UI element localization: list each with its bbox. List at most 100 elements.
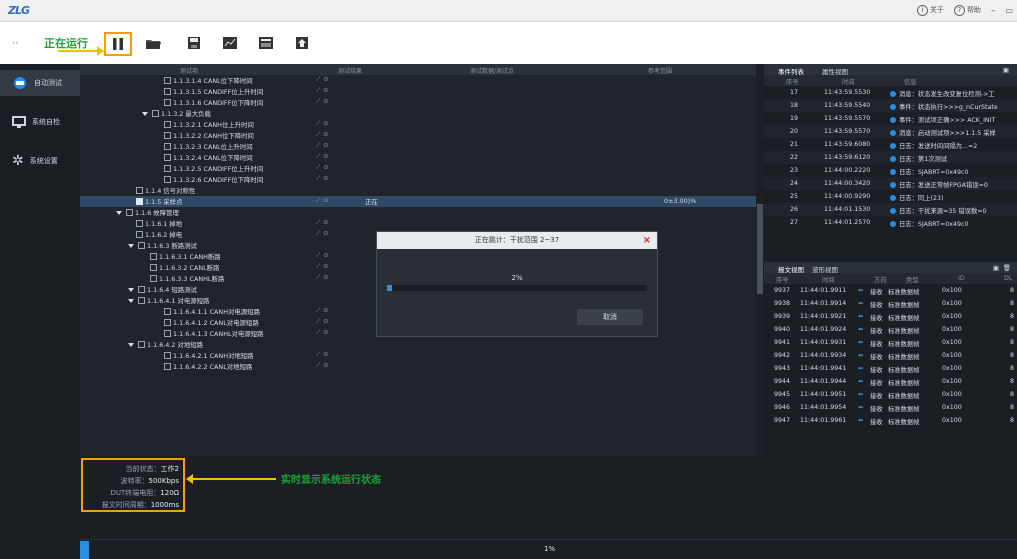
message-row[interactable]: 9945 11:44:01.9951 ⬅ 接收 标准数据帧 0x100 8 xyxy=(764,388,1017,401)
wave-info-icon[interactable]: ⟋⊙ xyxy=(316,230,331,238)
tree-row[interactable]: 1.1.3.2.2 CANH位下降时间 ⟋⊙ xyxy=(80,130,756,141)
wave-info-icon[interactable]: ⟋⊙ xyxy=(316,153,331,161)
tree-row[interactable]: 1.1.6 故障管理 xyxy=(80,207,756,218)
tree-checkbox[interactable] xyxy=(138,297,145,304)
tree-checkbox[interactable] xyxy=(138,242,145,249)
wave-info-icon[interactable]: ⟋⊙ xyxy=(316,329,331,337)
tree-checkbox[interactable] xyxy=(150,275,157,282)
export-button[interactable] xyxy=(219,33,241,53)
wave-info-icon[interactable]: ⟋⊙ xyxy=(316,219,331,227)
tree-checkbox[interactable] xyxy=(164,154,171,161)
save-icon[interactable]: ▣ xyxy=(1003,66,1009,74)
tree-scrollbar[interactable] xyxy=(756,64,764,456)
tree-checkbox[interactable] xyxy=(126,209,133,216)
upload-button[interactable] xyxy=(291,33,313,53)
tree-row[interactable]: 1.1.3.2.3 CANL位上升时间 ⟋⊙ xyxy=(80,141,756,152)
report-button[interactable] xyxy=(255,33,277,53)
sidebar-item-self-check[interactable]: 系统自检 xyxy=(0,109,80,135)
tree-checkbox[interactable] xyxy=(152,110,159,117)
delete-icon[interactable]: 🗑 xyxy=(1003,264,1011,272)
tree-checkbox[interactable] xyxy=(164,77,171,84)
tree-checkbox[interactable] xyxy=(164,132,171,139)
wave-info-icon[interactable]: ⟋⊙ xyxy=(316,318,331,326)
tree-checkbox[interactable] xyxy=(150,253,157,260)
message-row[interactable]: 9944 11:44:01.9944 ⬅ 接收 标准数据帧 0x100 8 xyxy=(764,375,1017,388)
wave-info-icon[interactable]: ⟋⊙ xyxy=(316,76,331,84)
wave-info-icon[interactable]: ⟋⊙ xyxy=(316,98,331,106)
tree-checkbox[interactable] xyxy=(136,231,143,238)
tree-row[interactable]: 1.1.3.1.4 CANL位下降时间 ⟋⊙ xyxy=(80,75,756,86)
wave-info-icon[interactable]: ⟋⊙ xyxy=(316,274,331,282)
save-button[interactable] xyxy=(183,33,205,53)
tree-row[interactable]: 1.1.4 信号对称性 xyxy=(80,185,756,196)
event-row[interactable]: 26 11:44:01.1530 日志：干扰来源=35 错误数=0 xyxy=(764,203,1017,216)
tree-checkbox[interactable] xyxy=(164,330,171,337)
tree-checkbox[interactable] xyxy=(164,88,171,95)
expand-icon[interactable] xyxy=(128,288,134,292)
message-row[interactable]: 9941 11:44:01.9931 ⬅ 接收 标准数据帧 0x100 8 xyxy=(764,336,1017,349)
message-row[interactable]: 9942 11:44:01.9934 ⬅ 接收 标准数据帧 0x100 8 xyxy=(764,349,1017,362)
expand-icon[interactable] xyxy=(128,244,134,248)
tree-row[interactable]: 1.1.3.1.6 CANDIFF位下降时间 ⟋⊙ xyxy=(80,97,756,108)
tree-row[interactable]: 1.1.6.4.2.2 CANL对地短路 ⟋⊙ xyxy=(80,361,756,372)
tree-row[interactable]: 1.1.3.2.6 CANDIFF位下降时间 ⟋⊙ xyxy=(80,174,756,185)
close-icon[interactable]: × xyxy=(643,232,651,249)
message-row[interactable]: 9938 11:44:01.9914 ⬅ 接收 标准数据帧 0x100 8 xyxy=(764,297,1017,310)
tree-checkbox[interactable] xyxy=(138,286,145,293)
pause-button[interactable] xyxy=(104,32,132,56)
expand-icon[interactable] xyxy=(128,299,134,303)
tree-row[interactable]: 1.1.5 采样点 ⟋⊙ 正在 0±3.00)% xyxy=(80,196,756,207)
tree-row[interactable]: 1.1.3.1.5 CANDIFF位上升时间 ⟋⊙ xyxy=(80,86,756,97)
tree-checkbox[interactable] xyxy=(164,319,171,326)
tree-checkbox[interactable] xyxy=(164,165,171,172)
tree-checkbox[interactable] xyxy=(164,363,171,370)
expand-icon[interactable] xyxy=(128,343,134,347)
message-row[interactable]: 9940 11:44:01.9924 ⬅ 接收 标准数据帧 0x100 8 xyxy=(764,323,1017,336)
about-link[interactable]: i 关于 xyxy=(916,5,944,16)
expand-icon[interactable] xyxy=(116,211,122,215)
tree-row[interactable]: 1.1.6.4.2 对地短路 xyxy=(80,339,756,350)
expand-icon[interactable] xyxy=(142,112,148,116)
save-icon[interactable]: ▣ xyxy=(993,264,999,272)
open-button[interactable] xyxy=(142,33,164,53)
wave-info-icon[interactable]: ⟋⊙ xyxy=(316,252,331,260)
message-row[interactable]: 9939 11:44:01.9921 ⬅ 接收 标准数据帧 0x100 8 xyxy=(764,310,1017,323)
wave-info-icon[interactable]: ⟋⊙ xyxy=(316,263,331,271)
event-row[interactable]: 25 11:44:00.9290 日志：同上(23) xyxy=(764,190,1017,203)
message-row[interactable]: 9943 11:44:01.9941 ⬅ 接收 标准数据帧 0x100 8 xyxy=(764,362,1017,375)
event-row[interactable]: 23 11:44:00.2220 日志：SJABRT=0x49c0 xyxy=(764,164,1017,177)
tree-checkbox[interactable] xyxy=(164,352,171,359)
wave-info-icon[interactable]: ⟋⊙ xyxy=(316,351,331,359)
event-row[interactable]: 19 11:43:59.5570 事件：测试项正确>>> ACK_INIT xyxy=(764,112,1017,125)
tree-checkbox[interactable] xyxy=(138,341,145,348)
sidebar-item-auto-test[interactable]: 自动测试 xyxy=(0,70,80,96)
wave-info-icon[interactable]: ⟋⊙ xyxy=(316,120,331,128)
tree-row[interactable]: 1.1.3.2 最大负载 xyxy=(80,108,756,119)
tree-checkbox[interactable] xyxy=(164,176,171,183)
message-row[interactable]: 9946 11:44:01.9954 ⬅ 接收 标准数据帧 0x100 8 xyxy=(764,401,1017,414)
message-row[interactable]: 9947 11:44:01.9961 ⬅ 接收 标准数据帧 0x100 8 xyxy=(764,414,1017,427)
cancel-button[interactable]: 取消 xyxy=(577,309,643,325)
event-row[interactable]: 20 11:43:59.5570 消息：启动测试项>>>1.1.5 采样 xyxy=(764,125,1017,138)
message-row[interactable]: 9937 11:44:01.9911 ⬅ 接收 标准数据帧 0x100 8 xyxy=(764,284,1017,297)
sidebar-item-settings[interactable]: ✲ 系统设置 xyxy=(0,148,80,174)
tree-checkbox[interactable] xyxy=(150,264,157,271)
tree-row[interactable]: 1.1.3.2.1 CANH位上升时间 ⟋⊙ xyxy=(80,119,756,130)
wave-info-icon[interactable]: ⟋⊙ xyxy=(316,175,331,183)
restore-icon[interactable]: ▭ xyxy=(1005,6,1013,15)
tree-row[interactable]: 1.1.6.4.2.1 CANH对地短路 ⟋⊙ xyxy=(80,350,756,361)
wave-info-icon[interactable]: ⟋⊙ xyxy=(316,197,331,205)
event-row[interactable]: 27 11:44:01.2570 日志：SJABRT=0x49c0 xyxy=(764,216,1017,229)
event-row[interactable]: 24 11:44:00.3420 日志：发送正常帧FPGA错误=0 xyxy=(764,177,1017,190)
wave-info-icon[interactable]: ⟋⊙ xyxy=(316,131,331,139)
tree-checkbox[interactable] xyxy=(136,187,143,194)
tree-checkbox[interactable] xyxy=(164,143,171,150)
wave-info-icon[interactable]: ⟋⊙ xyxy=(316,362,331,370)
wave-info-icon[interactable]: ⟋⊙ xyxy=(316,307,331,315)
help-link[interactable]: ? 帮助 xyxy=(953,5,981,16)
event-row[interactable]: 18 11:43:59.5540 事件：状态执行>>>g_nCurState xyxy=(764,99,1017,112)
tree-checkbox[interactable] xyxy=(164,121,171,128)
wave-info-icon[interactable]: ⟋⊙ xyxy=(316,87,331,95)
tree-row[interactable]: 1.1.3.2.5 CANDIFF位上升时间 ⟋⊙ xyxy=(80,163,756,174)
tree-checkbox[interactable] xyxy=(164,308,171,315)
